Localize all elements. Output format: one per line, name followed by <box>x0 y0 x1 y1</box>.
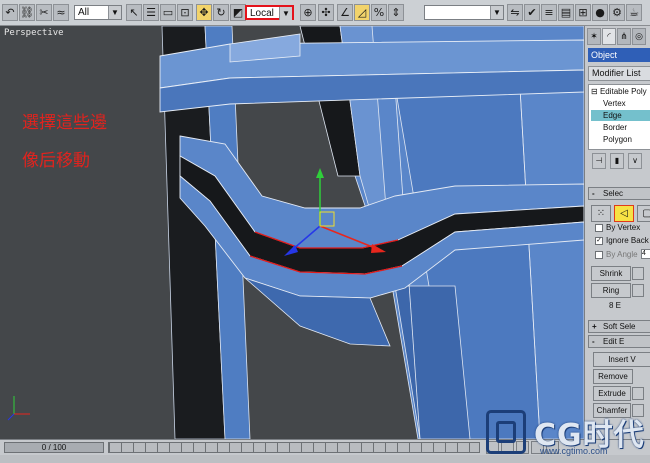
by-angle-spinner[interactable]: 4 <box>641 249 650 259</box>
ignore-backfacing-label: Ignore Back <box>606 236 649 245</box>
grow-button[interactable] <box>632 267 644 280</box>
command-panel: ✶ ◜ ⋔ ◎ Object Modifier List ⊟ Editable … <box>584 26 650 439</box>
motion-tab-icon[interactable]: ◎ <box>632 28 646 45</box>
minus-icon: - <box>592 189 595 198</box>
border-mode-button[interactable]: ▢ <box>637 205 650 222</box>
mirror-icon[interactable]: ⇋ <box>507 4 523 21</box>
object-name-field[interactable]: Object <box>588 48 650 62</box>
viewport-mesh <box>0 26 584 439</box>
ring-spinner[interactable] <box>632 284 644 297</box>
stack-item-polygon[interactable]: Polygon <box>603 134 632 145</box>
by-vertex-label: By Vertex <box>606 223 641 232</box>
by-vertex-checkbox[interactable] <box>595 224 603 232</box>
stack-item-edge[interactable]: Edge <box>591 110 650 121</box>
modify-tab-icon[interactable]: ◜ <box>602 28 616 45</box>
annotation-line: 選擇這些邊 <box>22 113 107 133</box>
stack-tools: ⊣ ▮ ∨ <box>588 153 650 171</box>
window-crossing-icon[interactable]: ⊡ <box>177 4 193 21</box>
modifier-stack: ⊟ Editable Poly Vertex Edge Border Polyg… <box>588 84 650 150</box>
select-manipulate-icon[interactable]: ✣ <box>318 4 334 21</box>
vertex-mode-button[interactable]: ⁙ <box>591 205 611 222</box>
edit-edges-rollout-header[interactable]: - Edit E <box>588 335 650 348</box>
stack-item-border[interactable]: Border <box>603 122 627 133</box>
spinner-snap-icon[interactable]: ⇕ <box>388 4 404 21</box>
render-setup-icon[interactable]: ⚙ <box>609 4 625 21</box>
edge-mode-button[interactable]: ◁ <box>614 205 634 222</box>
bind-space-warp-icon[interactable]: ≈ <box>53 4 69 21</box>
perspective-viewport[interactable]: Perspective 選擇這些邊 像后移動 <box>0 26 584 439</box>
by-angle-label: By Angle <box>606 250 638 259</box>
selection-filter-dropdown[interactable]: All ▼ <box>74 5 122 20</box>
time-slider[interactable]: 0 / 100 <box>4 442 104 453</box>
create-tab-icon[interactable]: ✶ <box>587 28 601 45</box>
minus-icon: ⊟ <box>591 87 598 96</box>
select-by-name-icon[interactable]: ☰ <box>143 4 159 21</box>
chevron-down-icon: ▼ <box>490 6 503 19</box>
pin-stack-icon[interactable]: ⊣ <box>592 153 606 169</box>
material-editor-icon[interactable]: ● <box>592 4 608 21</box>
rect-selection-icon[interactable]: ▭ <box>160 4 176 21</box>
show-end-result-icon[interactable]: ▮ <box>610 153 624 169</box>
extrude-button[interactable]: Extrude <box>593 386 631 401</box>
pivot-center-icon[interactable]: ⊕ <box>300 4 316 21</box>
chevron-down-icon: ▼ <box>279 7 292 20</box>
reference-coordinate-dropdown[interactable]: Local ▼ <box>245 5 294 20</box>
selection-filter-value: All <box>78 7 90 18</box>
track-bar[interactable] <box>108 442 480 453</box>
curve-editor-icon[interactable]: ▤ <box>558 4 574 21</box>
angle-snap-icon[interactable]: ◿ <box>354 4 370 21</box>
watermark-url: www.cgtimo.com <box>540 446 608 456</box>
select-object-icon[interactable]: ↖ <box>126 4 142 21</box>
named-selection-dropdown[interactable]: ▼ <box>424 5 504 20</box>
by-angle-checkbox[interactable] <box>595 251 603 259</box>
reference-coordinate-value: Local <box>250 8 274 19</box>
percent-snap-icon[interactable]: % <box>371 4 387 21</box>
stack-item-vertex[interactable]: Vertex <box>603 98 650 109</box>
undo-icon[interactable]: ↶ <box>2 4 18 21</box>
snap-toggle-icon[interactable]: ∠ <box>337 4 353 21</box>
viewport-label[interactable]: Perspective <box>4 28 64 38</box>
ring-button[interactable]: Ring <box>591 283 631 298</box>
soft-selection-rollout-header[interactable]: + Soft Sele <box>588 320 650 333</box>
unlink-icon[interactable]: ✂ <box>36 4 52 21</box>
plus-icon: + <box>592 322 597 331</box>
watermark-logo: CG时代 www.cgtimo.com <box>482 408 648 460</box>
select-link-icon[interactable]: ⛓ <box>19 4 35 21</box>
remove-button[interactable]: Remove <box>593 369 633 384</box>
command-panel-tabs: ✶ ◜ ⋔ ◎ <box>587 28 650 46</box>
shrink-button[interactable]: Shrink <box>591 266 631 281</box>
chevron-down-icon: ▼ <box>108 6 121 19</box>
select-move-icon[interactable]: ✥ <box>196 4 212 21</box>
insert-vertex-button[interactable]: Insert V <box>593 352 650 367</box>
selection-count-label: 8 E <box>609 301 622 310</box>
selection-rollout-header[interactable]: - Selec <box>588 187 650 200</box>
ignore-backfacing-checkbox[interactable]: ✓ <box>595 237 603 245</box>
cg-logo-icon <box>486 410 526 454</box>
hierarchy-tab-icon[interactable]: ⋔ <box>617 28 631 45</box>
extrude-settings-icon[interactable] <box>632 387 644 400</box>
main-toolbar: ↶ ⛓ ✂ ≈ All ▼ ↖ ☰ ▭ ⊡ ✥ ↻ ◩ Local ▼ ⊕ ✣ … <box>0 0 650 26</box>
minus-icon: - <box>592 337 595 346</box>
modifier-list-dropdown[interactable]: Modifier List <box>588 66 650 81</box>
quick-render-icon[interactable]: ☕ <box>626 4 642 21</box>
stack-item-editable-poly[interactable]: ⊟ Editable Poly <box>591 86 647 97</box>
schematic-view-icon[interactable]: ⊞ <box>575 4 591 21</box>
annotation-line: 像后移動 <box>22 151 90 171</box>
make-unique-icon[interactable]: ∨ <box>628 153 642 169</box>
layer-manager-icon[interactable]: ≡ <box>541 4 557 21</box>
select-scale-icon[interactable]: ◩ <box>230 4 246 21</box>
align-icon[interactable]: ✔ <box>524 4 540 21</box>
annotation-text: 選擇這些邊 像后移動 <box>22 104 107 180</box>
select-rotate-icon[interactable]: ↻ <box>213 4 229 21</box>
